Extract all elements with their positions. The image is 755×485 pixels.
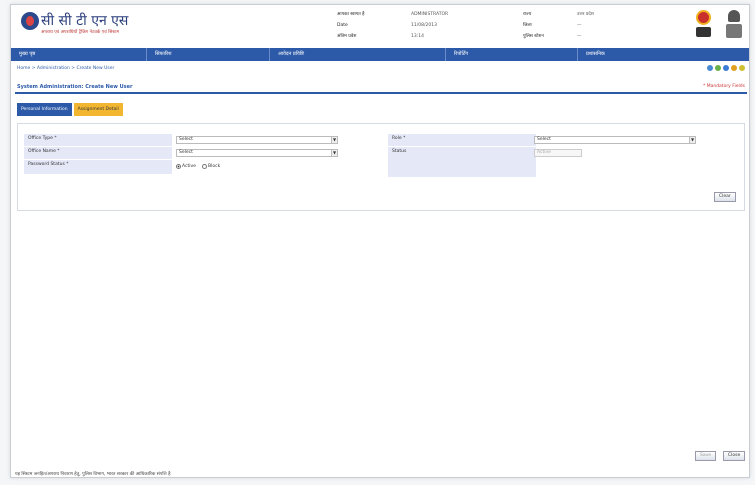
help-icon[interactable]	[707, 65, 713, 71]
print-icon[interactable]	[723, 65, 729, 71]
role-value: Select	[537, 137, 551, 142]
role-label: Role *	[388, 134, 536, 146]
menu-item-recommendation[interactable]: सिफारिश	[147, 48, 270, 61]
info-key: Date	[337, 23, 348, 28]
info-key: पुलिस स्टेशन	[523, 34, 544, 39]
save-button[interactable]: Save	[695, 451, 717, 461]
info-value: ADMINISTRATOR	[411, 12, 449, 17]
chevron-down-icon: ▼	[689, 137, 695, 143]
office-name-label: Office Name *	[24, 147, 172, 159]
status-label: Status	[388, 147, 536, 177]
info-value: —	[577, 23, 582, 28]
password-status-active[interactable]: Active	[176, 164, 196, 169]
cctns-logo-icon	[21, 12, 39, 30]
password-status-label: Password Status *	[24, 160, 172, 174]
office-type-value: Select	[179, 137, 193, 142]
office-type-label: Office Type *	[24, 134, 172, 146]
breadcrumb[interactable]: Home > Administration > Create New User	[17, 66, 114, 71]
info-value: उत्तर प्रदेश	[577, 12, 594, 17]
brand-title: सी सी टी एन एस	[41, 13, 129, 29]
page-title-bar: System Administration: Create New User *…	[15, 82, 747, 94]
radio-label: Active	[182, 164, 196, 169]
footer-text: यह सिस्टम जनहित/अपराध निवारण हेतु, पुलिस…	[15, 472, 171, 477]
info-key: आपका स्वागत है	[337, 12, 365, 17]
tab-assignment-detail[interactable]: Assignment Detail	[73, 103, 123, 116]
national-emblem-icon	[726, 10, 742, 40]
user-info-left: आपका स्वागत है ADMINISTRATOR Date 11/08/20…	[337, 9, 501, 42]
form-panel: Office Type * Select ▼ Office Name * Sel…	[17, 123, 745, 211]
role-select[interactable]: Select ▼	[534, 136, 696, 144]
mail-icon[interactable]	[731, 65, 737, 71]
app-window: सी सी टी एन एस अपराध एवं अपराधियों ट्रैक…	[10, 4, 750, 478]
menu-item-application-entry[interactable]: आवेदन प्रविष्टि	[270, 48, 446, 61]
status-value: Active	[537, 150, 551, 155]
info-value: —	[577, 34, 582, 39]
clear-button[interactable]: Clear	[714, 192, 736, 202]
office-name-select[interactable]: Select ▼	[176, 149, 338, 157]
chevron-down-icon: ▼	[331, 137, 337, 143]
office-name-value: Select	[179, 150, 193, 155]
mandatory-note: * Mandatory Fields	[703, 84, 745, 89]
radio-active-icon[interactable]	[176, 164, 181, 169]
radio-label: Block	[208, 164, 221, 169]
home-icon[interactable]	[739, 65, 745, 71]
toolbar-icons	[707, 65, 745, 71]
info-value: 13:14	[411, 34, 424, 39]
menu-item-home[interactable]: मुख्य पृष्ठ	[11, 48, 147, 61]
info-key: राज्य	[523, 12, 532, 17]
info-value: 11/08/2013	[411, 23, 437, 28]
close-button[interactable]: Close	[723, 451, 746, 461]
breadcrumb-bar: Home > Administration > Create New User	[11, 65, 749, 75]
office-type-select[interactable]: Select ▼	[176, 136, 338, 144]
header: सी सी टी एन एस अपराध एवं अपराधियों ट्रैक…	[11, 5, 749, 47]
status-select: Active	[534, 149, 582, 157]
brand-tagline: अपराध एवं अपराधियों ट्रैकिंग नेटवर्क एवं…	[41, 30, 120, 35]
chevron-down-icon: ▼	[331, 150, 337, 156]
page-title: System Administration: Create New User	[17, 84, 133, 90]
radio-block-icon[interactable]	[202, 164, 207, 169]
info-key: जिला	[523, 23, 532, 28]
form-tabs: Personal Information Assignment Detail	[17, 103, 123, 116]
tab-personal-information[interactable]: Personal Information	[17, 103, 72, 116]
police-emblem-icon	[696, 10, 711, 40]
user-info-right: राज्य उत्तर प्रदेश जिला — पुलिस स्टेशन —	[523, 9, 667, 42]
info-key: अंतिम प्रवेश	[337, 34, 357, 39]
refresh-icon[interactable]	[715, 65, 721, 71]
menu-item-administration[interactable]: प्रशासनिक	[578, 48, 749, 61]
menu-item-reporting[interactable]: रिपोर्टिंग	[446, 48, 578, 61]
password-status-block[interactable]: Block	[202, 164, 220, 169]
main-menu: मुख्य पृष्ठ सिफारिश आवेदन प्रविष्टि रिपो…	[11, 48, 749, 61]
